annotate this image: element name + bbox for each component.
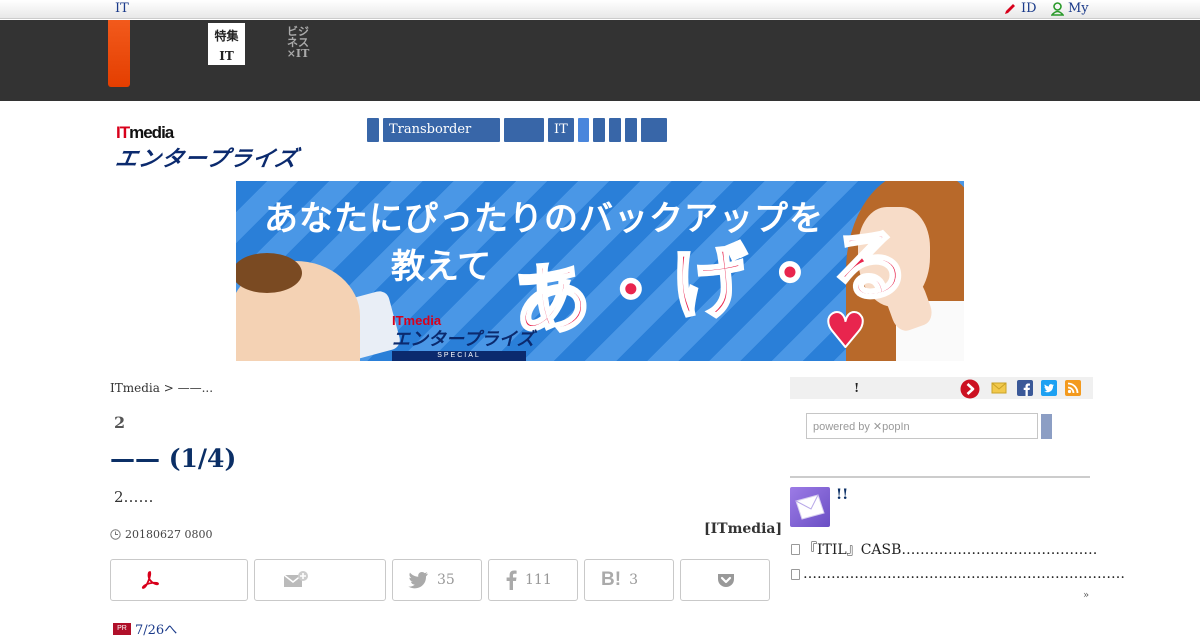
pr-badge: PR xyxy=(113,622,131,635)
nav-item-9[interactable] xyxy=(641,118,667,142)
heart-icon: ♥ xyxy=(823,302,868,360)
nav-item-8[interactable] xyxy=(625,118,637,142)
tab-it-special-line2: IT xyxy=(219,49,234,63)
id-link-label: ID xyxy=(1021,1,1037,16)
sidebar-divider xyxy=(790,476,1090,478)
breadcrumb[interactable]: ITmedia > ——... xyxy=(110,381,213,395)
nav-item-3[interactable] xyxy=(504,118,544,142)
pdf-button[interactable] xyxy=(110,559,248,601)
rss-icon[interactable] xyxy=(1065,380,1081,396)
logo-media: media xyxy=(129,123,174,142)
hatena-share-button[interactable]: B! 3 xyxy=(584,559,674,601)
article-kicker: 2 xyxy=(114,413,126,432)
nav-item-6[interactable] xyxy=(593,118,605,142)
envelope-icon xyxy=(795,494,825,520)
sidebar-item-1-label: 『ITIL』CASB…………………………………… xyxy=(803,542,1098,558)
user-icon xyxy=(1051,1,1064,16)
pocket-share-button[interactable] xyxy=(680,559,770,601)
sidebar-item-2-label: …………………………………………………………… xyxy=(803,566,1125,582)
promo-banner[interactable]: あなたにぴったりのバックアップを 教えて あ・げ・る ♥ ITmedia エンタ… xyxy=(236,181,964,361)
facebook-count: 111 xyxy=(525,572,552,588)
clock-icon xyxy=(110,529,121,540)
pencil-icon xyxy=(1005,3,1015,14)
sidebar-item-2[interactable]: …………………………………………………………… xyxy=(791,566,1125,582)
tab-it-special-line1: 特集 xyxy=(214,29,239,43)
nav-item-transborder-label: Transborder xyxy=(389,122,472,137)
banner-logo-enterprise: エンタープライズ xyxy=(392,329,535,349)
site-header-bar xyxy=(0,20,1200,101)
article-lead: 2…… xyxy=(114,488,154,506)
article-date: 20180627 0800 xyxy=(110,528,212,541)
id-link[interactable]: ID xyxy=(1003,1,1037,16)
mail-magazine-icon[interactable] xyxy=(790,487,830,527)
search-placeholder: powered by ✕popIn xyxy=(813,421,910,433)
page-title: —— (1/4) xyxy=(110,444,237,473)
article-date-text: 20180627 0800 xyxy=(125,528,213,541)
banner-subline: 教えて xyxy=(391,248,492,286)
tab-business-it-line1: ビジネス xyxy=(287,25,309,49)
mail-share-button[interactable] xyxy=(254,559,386,601)
twitter-count: 35 xyxy=(437,572,455,588)
banner-logo-special: SPECIAL xyxy=(392,351,526,361)
facebook-share-button[interactable]: 111 xyxy=(488,559,578,601)
top-utility-bar: IT ID My xyxy=(0,0,1200,19)
pr-link[interactable]: PR 7/26へ xyxy=(113,619,177,638)
pocket-icon xyxy=(718,574,734,587)
home-tab[interactable] xyxy=(108,20,130,87)
mail-plus-icon xyxy=(283,571,308,587)
my-link-label: My xyxy=(1068,1,1089,16)
banner-logo: ITmedia エンタープライズ SPECIAL xyxy=(392,313,534,361)
document-icon xyxy=(791,568,800,580)
facebook-icon xyxy=(506,570,517,590)
nav-item-it[interactable]: IT xyxy=(548,118,574,142)
hatena-icon: B! xyxy=(601,569,622,590)
nav-item-5[interactable] xyxy=(578,118,589,142)
twitter-icon[interactable] xyxy=(1041,380,1057,396)
my-link[interactable]: My xyxy=(1051,1,1089,16)
tab-it-special[interactable]: 特集 IT xyxy=(208,23,245,65)
nav-item-1[interactable] xyxy=(367,118,379,142)
arrow-right-icon[interactable] xyxy=(960,379,980,399)
mail-icon[interactable] xyxy=(991,380,1007,396)
facebook-icon[interactable] xyxy=(1017,380,1033,396)
mail-magazine-heading[interactable]: !! xyxy=(836,487,848,503)
pr-text: 7/26へ xyxy=(135,623,178,638)
twitter-share-button[interactable]: 35 xyxy=(392,559,482,601)
more-link[interactable]: » xyxy=(1083,590,1089,601)
pdf-icon xyxy=(141,571,159,589)
logo-enterprise: エンタープライズ xyxy=(113,146,300,171)
sidebar-item-1[interactable]: 『ITIL』CASB…………………………………… xyxy=(791,539,1097,559)
tab-business-it[interactable]: ビジネス ×IT xyxy=(283,26,313,59)
logo-it: IT xyxy=(116,123,130,142)
site-logo[interactable]: ITmedia エンタープライズ xyxy=(113,123,300,173)
nav-item-it-label: IT xyxy=(554,122,568,137)
top-it-link[interactable]: IT xyxy=(115,1,129,16)
nav-item-7[interactable] xyxy=(609,118,621,142)
sidebar-strip-text: ! xyxy=(854,381,860,395)
document-icon xyxy=(791,543,800,555)
nav-item-transborder[interactable]: Transborder xyxy=(383,118,500,142)
search-input[interactable]: powered by ✕popIn xyxy=(806,413,1038,439)
search-button[interactable] xyxy=(1041,414,1052,439)
twitter-icon xyxy=(408,571,428,589)
tab-business-it-line2: ×IT xyxy=(286,47,310,60)
hatena-count: 3 xyxy=(629,572,638,588)
article-source: [ITmedia] xyxy=(704,521,783,537)
